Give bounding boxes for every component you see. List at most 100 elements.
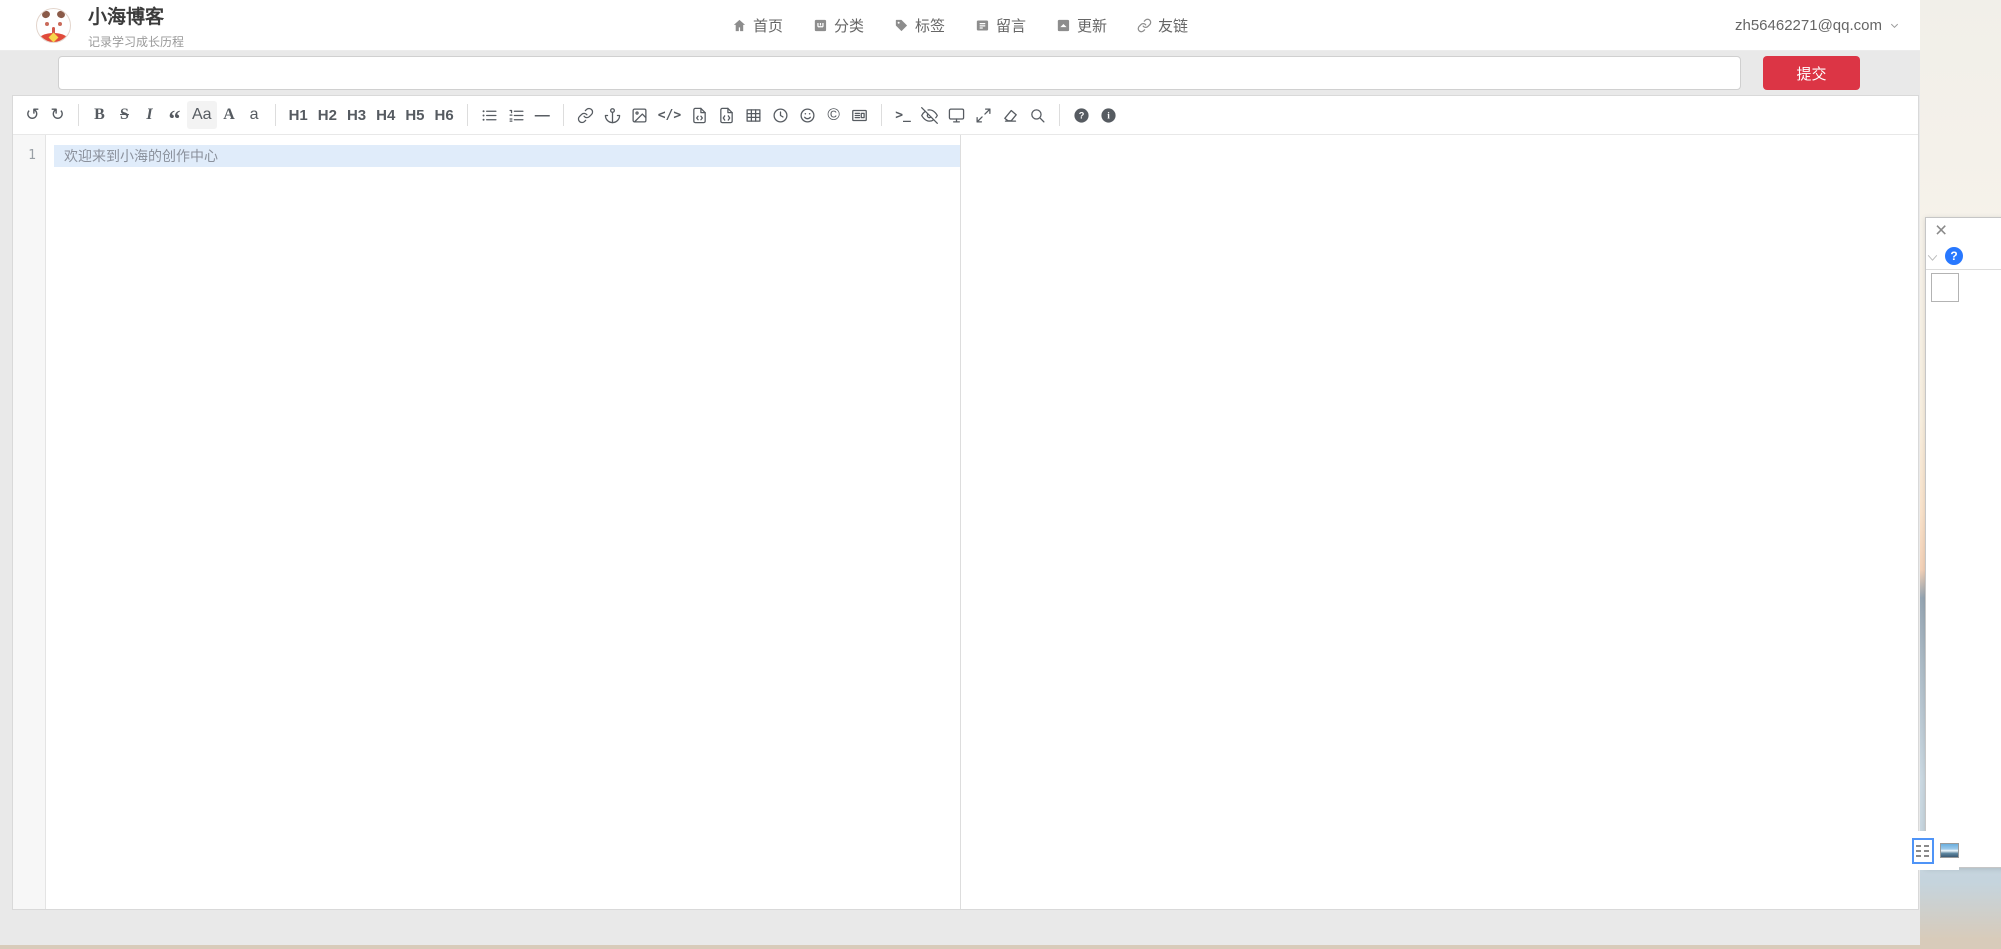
info-icon: i <box>1100 107 1117 124</box>
nav-item-label: 更新 <box>1077 15 1107 36</box>
redo-icon: ↻ <box>50 105 64 125</box>
chevron-down-icon[interactable] <box>1926 251 1939 269</box>
site-title-block: 小海博客 记录学习成长历程 <box>88 7 184 50</box>
list-line <box>1916 855 1930 857</box>
undo-button[interactable]: ↺ <box>20 101 45 129</box>
eraser-icon <box>1002 107 1019 124</box>
strikethrough-button[interactable]: S <box>112 101 137 129</box>
widget-help-icon[interactable]: ? <box>1945 247 1963 265</box>
reference-link-button[interactable] <box>599 101 626 129</box>
nav-item-label: 首页 <box>753 15 783 36</box>
user-menu[interactable]: zh56462271@qq.com <box>1735 0 1900 51</box>
h6-button[interactable]: H6 <box>430 101 459 129</box>
bold-icon: B <box>94 106 105 124</box>
screen: 小海博客 记录学习成长历程 首页 分类 标签 留言 <box>0 0 2001 949</box>
help-button[interactable]: ? <box>1068 101 1095 129</box>
info-button[interactable]: i <box>1095 101 1122 129</box>
h1-button[interactable]: H1 <box>284 101 313 129</box>
list-ol-button[interactable] <box>503 101 530 129</box>
code-area[interactable]: 欢迎来到小海的创作中心 <box>54 135 960 167</box>
nav-item-messages[interactable]: 留言 <box>975 15 1026 36</box>
pagebreak-icon <box>851 107 868 124</box>
search-button[interactable] <box>1024 101 1051 129</box>
uppercase-icon: A <box>223 106 235 124</box>
logo-detail <box>45 22 49 26</box>
h4-button[interactable]: H4 <box>371 101 400 129</box>
clear-button[interactable] <box>997 101 1024 129</box>
fullscreen-button[interactable] <box>970 101 997 129</box>
site-logo-avatar[interactable] <box>36 8 71 43</box>
tag-icon <box>894 18 909 33</box>
nav-item-home[interactable]: 首页 <box>732 15 783 36</box>
logo-detail <box>56 10 66 19</box>
ucwords-button[interactable]: Aa <box>187 101 217 129</box>
home-icon <box>732 18 747 33</box>
lowercase-button[interactable]: a <box>242 101 267 129</box>
datetime-button[interactable] <box>767 101 794 129</box>
italic-button[interactable]: I <box>137 101 162 129</box>
hr-button[interactable]: — <box>530 101 555 129</box>
preformatted-text-button[interactable] <box>686 101 713 129</box>
nav-item-label: 分类 <box>834 15 864 36</box>
preview-button[interactable] <box>943 101 970 129</box>
h3-button[interactable]: H3 <box>342 101 371 129</box>
friend-link-icon <box>1137 18 1152 33</box>
chevron-down-icon <box>1889 20 1900 31</box>
line-number-gutter: 1 <box>13 135 46 909</box>
image-button[interactable] <box>626 101 653 129</box>
table-button[interactable] <box>740 101 767 129</box>
list-view-icon[interactable] <box>1912 838 1934 864</box>
goto-line-icon: >_ <box>895 108 911 123</box>
content-column: 小海博客 记录学习成长历程 首页 分类 标签 留言 <box>0 0 1920 945</box>
nav-item-updates[interactable]: 更新 <box>1056 15 1107 36</box>
link-button[interactable] <box>572 101 599 129</box>
widget-input[interactable] <box>1931 273 1959 302</box>
redo-button[interactable]: ↻ <box>45 101 70 129</box>
submit-button[interactable]: 提交 <box>1763 56 1860 90</box>
h4-icon: H4 <box>376 107 395 124</box>
fullscreen-icon <box>975 107 992 124</box>
bold-button[interactable]: B <box>87 101 112 129</box>
code-block-button[interactable] <box>713 101 740 129</box>
nav-item-categories[interactable]: 分类 <box>813 15 864 36</box>
markdown-editor: ↺ ↻ B S I “ Aa A a H1 H2 H3 H4 H5 H6 <box>12 95 1919 910</box>
h1-icon: H1 <box>289 107 308 124</box>
category-icon <box>813 18 828 33</box>
clock-icon <box>772 107 789 124</box>
article-title-input[interactable] <box>58 56 1741 90</box>
main-nav: 首页 分类 标签 留言 更新 <box>732 0 1188 51</box>
undo-icon: ↺ <box>25 105 39 125</box>
goto-line-button[interactable]: >_ <box>890 101 916 129</box>
editor-toolbar: ↺ ↻ B S I “ Aa A a H1 H2 H3 H4 H5 H6 <box>13 96 1918 135</box>
update-icon <box>1056 18 1071 33</box>
quote-icon: “ <box>169 115 181 125</box>
list-ul-button[interactable] <box>476 101 503 129</box>
hr-icon: — <box>535 107 550 124</box>
emoji-button[interactable] <box>794 101 821 129</box>
strikethrough-icon: S <box>120 106 129 124</box>
eye-slash-icon <box>921 107 938 124</box>
pagebreak-button[interactable] <box>846 101 873 129</box>
image-thumbnail-icon[interactable] <box>1940 843 1959 858</box>
nav-item-friend-links[interactable]: 友链 <box>1137 15 1188 36</box>
close-icon[interactable]: × <box>1935 220 1947 242</box>
list-line <box>1916 850 1930 852</box>
code-button[interactable]: </> <box>653 101 686 129</box>
nav-item-label: 标签 <box>915 15 945 36</box>
h6-icon: H6 <box>435 107 454 124</box>
watch-button[interactable] <box>916 101 943 129</box>
nav-item-tags[interactable]: 标签 <box>894 15 945 36</box>
html-entities-button[interactable]: © <box>821 101 846 129</box>
h2-button[interactable]: H2 <box>313 101 342 129</box>
h5-button[interactable]: H5 <box>400 101 429 129</box>
file-code-block-icon <box>718 107 735 124</box>
compose-title-bar: 提交 <box>0 51 1920 95</box>
monitor-icon <box>948 107 965 124</box>
site-title: 小海博客 <box>88 7 184 30</box>
svg-text:?: ? <box>1079 110 1085 120</box>
uppercase-button[interactable]: A <box>217 101 242 129</box>
markdown-preview-pane <box>961 135 1918 909</box>
list-ul-icon <box>481 107 498 124</box>
quote-button[interactable]: “ <box>162 106 187 134</box>
markdown-source-pane[interactable]: 1 欢迎来到小海的创作中心 <box>13 135 961 909</box>
